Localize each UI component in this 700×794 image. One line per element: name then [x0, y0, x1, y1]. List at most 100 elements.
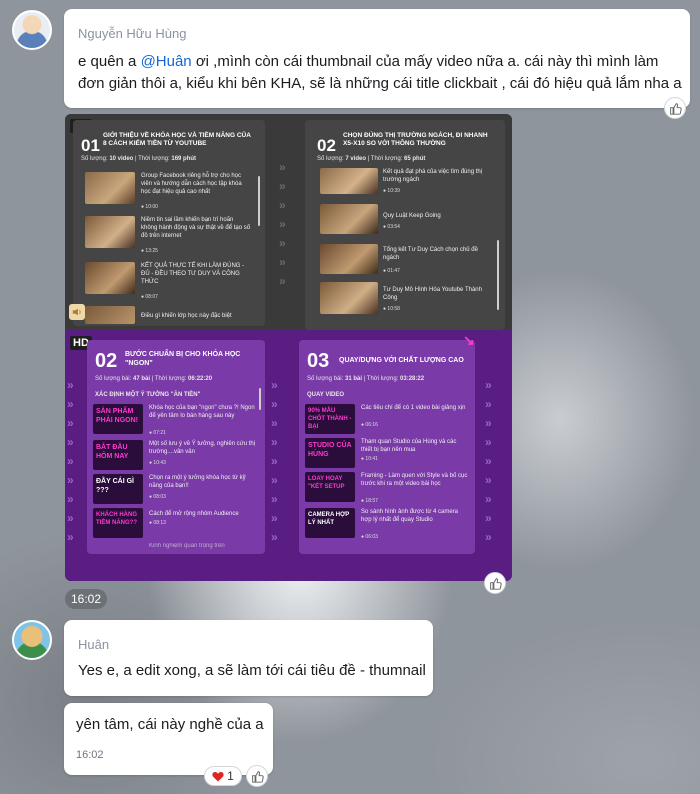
video-title: So sánh hình ảnh được từ 4 camera hợp lý… [361, 509, 459, 523]
video-duration: ● 10:00 [141, 204, 158, 210]
section-title: XÁC ĐỊNH MỘT Ý TƯỞNG "ĂN TIỀN" [95, 392, 201, 398]
video-thumbnail: LOAY HOAY "KẾT SETUP [305, 472, 355, 502]
like-button[interactable] [246, 765, 268, 787]
reaction-badge[interactable]: 1 [204, 766, 242, 786]
scrollbar[interactable] [497, 240, 499, 310]
panel-number: 02 [95, 350, 118, 372]
scrollbar[interactable] [258, 176, 260, 226]
message-bubble[interactable]: Huân Yes e, a edit xong, a sẽ làm tới cá… [64, 620, 433, 696]
thumbs-up-icon [489, 577, 502, 590]
timestamp: 16:02 [65, 589, 107, 609]
video-duration: ● 06:03 [361, 534, 378, 540]
video-title: Framing - Làm quen với Style và bố cục t… [361, 473, 468, 487]
thumbs-up-icon [669, 102, 682, 115]
video-thumbnail: 90% MẪU CHỐT THÀNH - BẠI [305, 404, 355, 434]
video-duration: ● 08:07 [141, 294, 158, 300]
video-thumbnail [320, 282, 378, 314]
video-title: Tham quan Studio của Hùng và các thiết b… [361, 439, 457, 453]
thumbnail-image-1[interactable]: HD 01 GIỚI THIỆU VỀ KHÓA HỌC VÀ TIỀM NĂN… [65, 114, 512, 330]
arrow-down-icon: ↘ [463, 332, 475, 348]
video-thumbnail: STUDIO CỦA HÙNG [305, 438, 355, 468]
thumbnail-image-2[interactable]: HD »»»»»»»»» 02 BƯỚC CHUẨN BỊ CHO KHÓA H… [65, 330, 512, 581]
video-thumbnail: CAMERA HỢP LÝ NHẤT [305, 508, 355, 538]
video-duration: ● 13:25 [141, 248, 158, 254]
video-thumbnail: KHÁCH HÀNG TIỀM NĂNG?? [93, 508, 143, 538]
video-thumbnail: ĐẦY CÁI GÌ ??? [93, 474, 143, 504]
message-time: 16:02 [76, 749, 104, 761]
video-title: Kết quả đạt phá của việc tìm đúng thị tr… [383, 169, 483, 183]
video-title: Các tiêu chí để có 1 video bài giảng xịn [361, 405, 466, 411]
video-duration: ● 06:16 [361, 422, 378, 428]
video-title: Một số lưu ý về Ý tưởng, nghiên cứu thị … [149, 441, 256, 455]
panel-meta: Số lượng bài: 31 bài | Thời lượng: 03:28… [307, 376, 425, 382]
video-title: Quy Luật Keep Going [383, 213, 441, 219]
course-panel: 03 QUAY/DỰNG VỚI CHẤT LƯỢNG CAO Số lượng… [299, 340, 475, 554]
video-duration: ● 01:47 [383, 268, 400, 274]
video-duration: ● 10:41 [361, 456, 378, 462]
course-panel: 02 CHỌN ĐÚNG THỊ TRƯỜNG NGÁCH, ĐI NHANH … [305, 120, 505, 330]
panel-number: 01 [81, 136, 100, 155]
video-thumbnail [85, 216, 135, 248]
video-thumbnail [320, 204, 378, 234]
message-bubble[interactable]: yên tâm, cái này nghề của a 16:02 [64, 703, 273, 775]
video-thumbnail [320, 168, 378, 194]
thumbs-up-icon [251, 770, 264, 783]
like-button[interactable] [484, 572, 506, 594]
heart-icon [212, 771, 224, 781]
message-bubble[interactable]: Nguyễn Hữu Hùng e quên a @Huân ơi ,mình … [64, 9, 690, 119]
message-text: e quên a @Huân ơi ,mình còn cái thumbnai… [78, 53, 682, 92]
panel-title: BƯỚC CHUẨN BỊ CHO KHÓA HỌC "NGON" [125, 351, 241, 367]
image-attachment[interactable]: HD 01 GIỚI THIỆU VỀ KHÓA HỌC VÀ TIỀM NĂN… [65, 114, 512, 581]
video-duration: ● 07:21 [149, 430, 166, 436]
video-title: Chọn ra một ý tưởng khóa học từ kỹ năng … [149, 475, 246, 489]
panel-meta: Số lượng: 10 video | Thời lượng: 169 phú… [81, 156, 197, 162]
panel-title: CHỌN ĐÚNG THỊ TRƯỜNG NGÁCH, ĐI NHANH X5-… [343, 132, 488, 147]
avatar[interactable] [12, 10, 52, 50]
sender-name[interactable]: Huân [78, 637, 109, 652]
video-thumbnail [320, 244, 378, 274]
video-title: Tư Duy Mô Hình Hóa Youtube Thành Công [383, 287, 482, 301]
chevron-right-icon: »»»»»»»»» [271, 378, 278, 544]
message-text: yên tâm, cái này nghề của a [76, 716, 264, 733]
reaction-count: 1 [227, 769, 234, 783]
video-title: Group Facebook riêng hỗ trợ cho học viên… [141, 173, 242, 195]
section-title: QUAY VIDEO [307, 392, 345, 398]
video-duration: ● 10:43 [149, 460, 166, 466]
speaker-icon[interactable] [69, 304, 85, 320]
video-title: Khóa học của bạn "ngon" chưa ?! Ngon để … [149, 405, 255, 419]
video-thumbnail [85, 172, 135, 204]
course-panel: 01 GIỚI THIỆU VỀ KHÓA HỌC VÀ TIỀM NĂNG C… [73, 120, 265, 326]
video-thumbnail: SẢN PHẨM PHẢI NGON! [93, 404, 143, 434]
mention-link[interactable]: @Huân [141, 53, 192, 70]
panel-meta: Số lượng: 7 video | Thời lượng: 65 phút [317, 156, 426, 162]
sender-name[interactable]: Nguyễn Hữu Hùng [78, 26, 186, 41]
chevron-right-icon: »»»»»»»»» [67, 378, 74, 544]
video-duration: ● 10:58 [383, 306, 400, 312]
video-thumbnail [85, 262, 135, 294]
panel-meta: Số lượng bài: 47 bài | Thời lượng: 06:22… [95, 376, 213, 382]
video-title: KẾT QUẢ THỰC TẾ KHI LÀM ĐÚNG - ĐỦ - ĐỀU … [141, 263, 245, 285]
panel-number: 02 [317, 136, 336, 155]
panel-title: GIỚI THIỆU VỀ KHÓA HỌC VÀ TIỀM NĂNG CỦA … [103, 132, 251, 147]
video-duration: ● 03:54 [383, 224, 400, 230]
video-duration: ● 10:39 [383, 188, 400, 194]
video-thumbnail: BẮT ĐẦU HÔM NAY [93, 440, 143, 470]
video-title: Điều gì khiến lớp học này đặc biệt [141, 313, 232, 319]
video-duration: ● 08:13 [149, 520, 166, 526]
panel-title: QUAY/DỰNG VỚI CHẤT LƯỢNG CAO [339, 357, 464, 364]
video-duration: ● 18:57 [361, 498, 378, 504]
video-title: Tổng kết Tư Duy Cách chọn chủ đề ngách [383, 247, 478, 261]
video-title: Niềm tin sai lầm khiến bạn trì hoãn khôn… [141, 217, 251, 239]
avatar[interactable] [12, 620, 52, 660]
chevron-right-icon: »»»»»»» [279, 160, 286, 288]
video-thumbnail [85, 306, 135, 324]
video-duration: ● 08:03 [149, 494, 166, 500]
message-text: Yes e, a edit xong, a sẽ làm tới cái tiê… [78, 662, 426, 679]
video-title: Cách để mở rộng nhóm Audience [149, 511, 239, 517]
panel-number: 03 [307, 350, 330, 372]
like-button[interactable] [664, 97, 686, 119]
course-panel: 02 BƯỚC CHUẨN BỊ CHO KHÓA HỌC "NGON" Số … [87, 340, 265, 554]
scrollbar[interactable] [259, 388, 261, 410]
video-title: Kinh nghiệm quan trọng trên [149, 543, 225, 549]
chevron-right-icon: »»»»»»»»» [485, 378, 492, 544]
